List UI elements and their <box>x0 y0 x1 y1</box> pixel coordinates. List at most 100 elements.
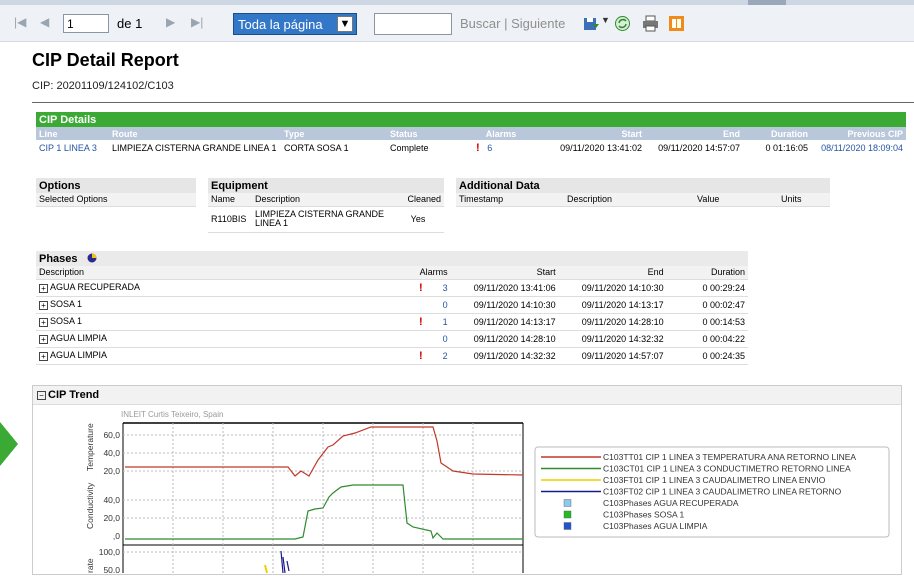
phase-duration: 0 00:24:35 <box>702 350 745 361</box>
phase-alarms-link[interactable]: 1 <box>443 317 448 327</box>
first-page-icon[interactable]: |◀ <box>14 15 26 29</box>
pie-chart-icon[interactable] <box>87 253 97 263</box>
type-value: CORTA SOSA 1 <box>284 143 349 153</box>
tick-temp-40: 40,0 <box>103 448 120 458</box>
ylabel-conductivity: Conductivity <box>85 482 95 529</box>
phase-start: 09/11/2020 14:28:10 <box>473 333 556 344</box>
page-number-input[interactable] <box>63 14 109 33</box>
cip-details-section: CIP Details Line Route Type Status Alarm… <box>36 112 906 156</box>
col-previous: Previous CIP <box>811 127 906 140</box>
phase-alarms-link[interactable]: 0 <box>443 334 448 344</box>
find-label[interactable]: Buscar <box>460 16 500 31</box>
next-link[interactable]: Siguiente <box>511 16 565 31</box>
header-divider <box>32 102 914 103</box>
phase-alarms-link[interactable]: 2 <box>443 351 448 361</box>
col-duration: Duration <box>743 127 811 140</box>
legend-label: C103TT01 CIP 1 LINEA 3 TEMPERATURA ANA R… <box>603 452 856 462</box>
legend-label: C103FT01 CIP 1 LINEA 3 CAUDALIMETRO LINE… <box>603 475 826 485</box>
phase-end: 09/11/2020 14:32:32 <box>581 333 664 344</box>
previous-cip-link[interactable]: 08/11/2020 18:09:04 <box>811 140 906 156</box>
alarm-icon: ! <box>419 349 423 362</box>
print-icon[interactable] <box>642 15 659 32</box>
legend-swatch <box>563 499 572 507</box>
end-value: 09/11/2020 14:57:07 <box>658 143 740 153</box>
collapse-icon[interactable]: − <box>37 390 46 400</box>
alarm-icon: ! <box>419 315 423 328</box>
find-link[interactable]: Buscar | Siguiente <box>460 16 565 31</box>
selected-options-col: Selected Options <box>36 193 196 207</box>
legend-label: C103CT01 CIP 1 LINEA 3 CONDUCTIMETRO RET… <box>603 464 851 474</box>
phase-end: 09/11/2020 14:10:30 <box>581 282 664 293</box>
phase-start: 09/11/2020 14:32:32 <box>473 350 556 361</box>
phase-description: SOSA 1 <box>50 299 83 310</box>
eq-col-desc: Description <box>252 193 392 207</box>
ad-col-units: Units <box>778 193 830 207</box>
ylabel-flow: rate <box>85 558 95 573</box>
phase-duration: 0 00:14:53 <box>702 316 745 327</box>
zoom-select[interactable]: Toda la página ▼ <box>233 13 357 35</box>
trend-title: CIP Trend <box>48 389 100 401</box>
expand-icon[interactable]: + <box>39 283 48 293</box>
phase-row[interactable]: + SOSA 1 0 09/11/2020 14:10:30 09/11/2020 14… <box>36 296 748 313</box>
phase-duration: 0 00:02:47 <box>702 299 745 310</box>
col-start: Start <box>542 127 645 140</box>
ph-col-end: End <box>558 266 667 280</box>
ph-col-alarms: Alarms <box>416 266 451 280</box>
zoom-value: Toda la página <box>238 17 323 32</box>
equipment-title: Equipment <box>208 178 444 193</box>
find-input[interactable] <box>374 13 452 35</box>
series-flow-supply <box>264 564 268 574</box>
alarm-icon: ! <box>419 281 423 294</box>
equipment-section: Equipment Name Description Cleaned R110BIS… <box>208 178 444 233</box>
phase-duration: 0 00:29:24 <box>702 282 745 293</box>
phase-row[interactable]: + AGUA LIMPIA 0 09/11/2020 14:28:10 09/11/20… <box>36 330 748 347</box>
eq-col-name: Name <box>208 193 252 207</box>
col-status: Status <box>387 127 460 140</box>
expand-icon[interactable]: + <box>39 334 48 344</box>
series-temperature <box>125 426 524 477</box>
export-icon[interactable] <box>583 15 600 32</box>
ph-col-duration: Duration <box>666 266 748 280</box>
legend-swatch <box>563 510 572 519</box>
tick-cond-20: 20,0 <box>103 513 120 523</box>
phase-row[interactable]: + SOSA 1! 1 09/11/2020 14:13:17 09/11/2020 1… <box>36 313 748 330</box>
prev-page-icon[interactable]: ◀ <box>40 15 49 29</box>
find-separator: | <box>504 16 508 31</box>
phase-row[interactable]: + AGUA RECUPERADA! 3 09/11/2020 13:41:06 09/… <box>36 279 748 296</box>
col-line: Line <box>36 127 109 140</box>
alarms-link[interactable]: 6 <box>487 143 492 153</box>
phase-end: 09/11/2020 14:28:10 <box>581 316 664 327</box>
eq-desc: LIMPIEZA CISTERNA GRANDE LINEA 1 <box>255 209 385 228</box>
col-route: Route <box>109 127 281 140</box>
series-conductivity <box>125 484 523 540</box>
phase-end: 09/11/2020 14:13:17 <box>581 299 664 310</box>
phase-alarms-link[interactable]: 3 <box>443 283 448 293</box>
next-page-icon[interactable]: ▶ <box>166 15 175 29</box>
phase-row[interactable]: + AGUA LIMPIA! 2 09/11/2020 14:32:32 09/11/2… <box>36 347 748 364</box>
side-arrow-icon[interactable] <box>0 422 18 466</box>
layout-icon[interactable] <box>668 15 685 32</box>
legend-label: C103Phases AGUA RECUPERADA <box>603 498 739 508</box>
cip-details-title: CIP Details <box>36 112 906 127</box>
phase-description: AGUA RECUPERADA <box>50 282 141 293</box>
expand-icon[interactable]: + <box>39 317 48 327</box>
expand-icon[interactable]: + <box>39 351 48 361</box>
expand-icon[interactable]: + <box>39 300 48 310</box>
col-alarms: Alarms <box>460 127 542 140</box>
tick-cond-40: 40,0 <box>103 495 120 505</box>
line-link[interactable]: CIP 1 LINEA 3 <box>36 140 109 156</box>
ph-col-start: Start <box>450 266 559 280</box>
last-page-icon[interactable]: ▶| <box>191 15 203 29</box>
report-title: CIP Detail Report <box>32 50 179 70</box>
eq-cleaned: Yes <box>410 214 426 224</box>
alarm-icon: ! <box>476 142 480 154</box>
col-end: End <box>645 127 743 140</box>
phase-start: 09/11/2020 13:41:06 <box>473 282 556 293</box>
phase-alarms-link[interactable]: 0 <box>443 300 448 310</box>
export-dropdown-icon[interactable]: ▼ <box>601 15 610 25</box>
phases-title: Phases <box>39 253 78 265</box>
phase-start: 09/11/2020 14:10:30 <box>473 299 556 310</box>
refresh-icon[interactable] <box>614 15 631 32</box>
page-count-label: de 1 <box>117 16 143 31</box>
phase-end: 09/11/2020 14:57:07 <box>581 350 664 361</box>
